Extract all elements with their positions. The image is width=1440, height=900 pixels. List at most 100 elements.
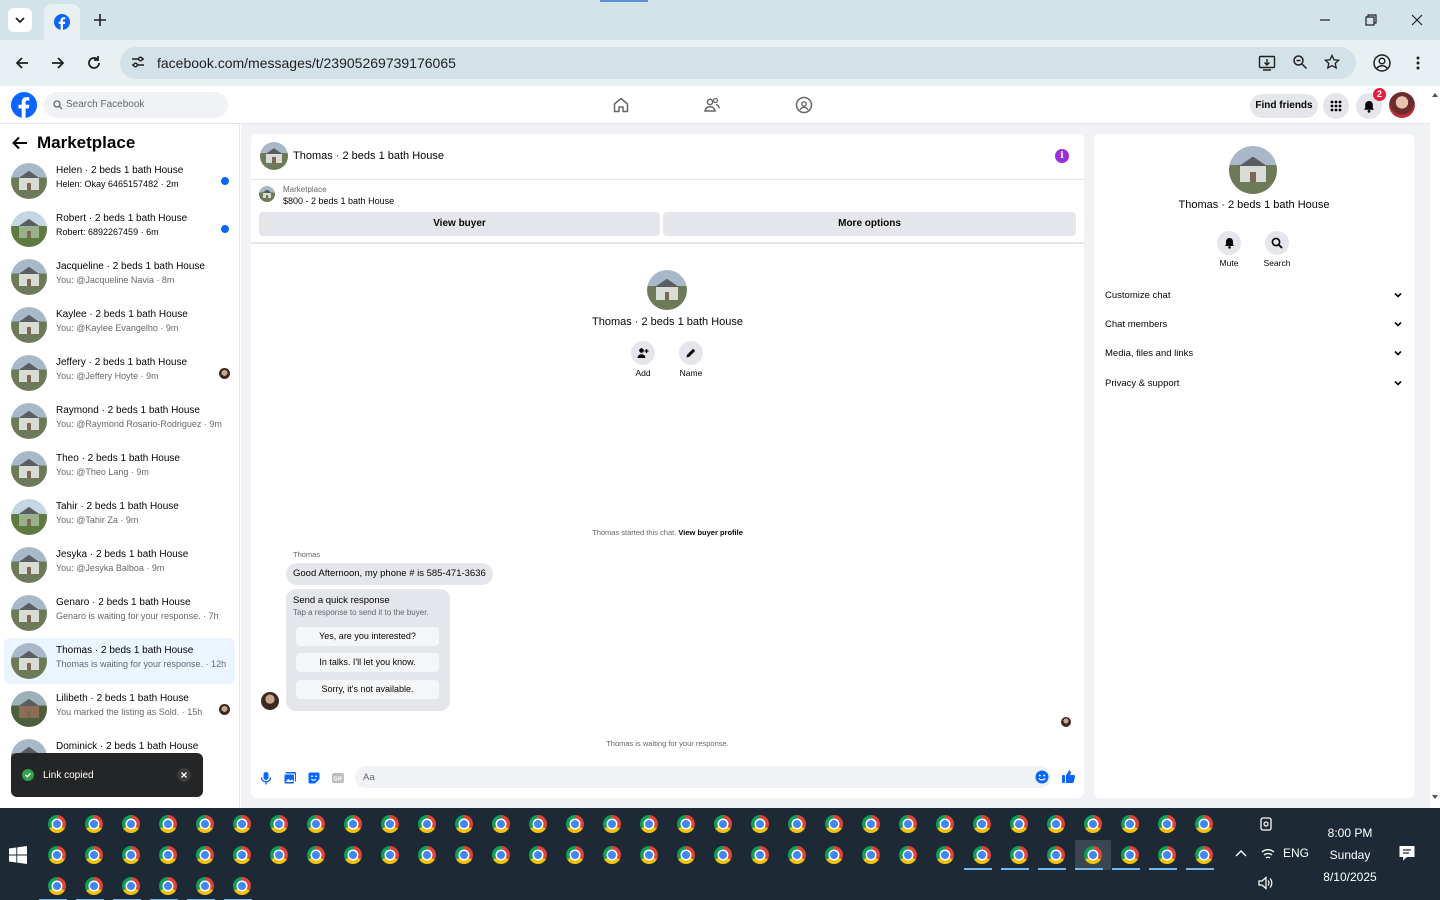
search-chat-button[interactable] — [1265, 231, 1289, 255]
chrome-taskbar-icon[interactable] — [85, 877, 103, 895]
emoji-icon[interactable] — [1035, 770, 1049, 784]
chrome-taskbar-icon[interactable] — [825, 815, 843, 833]
address-bar[interactable]: facebook.com/messages/t/2390526973917606… — [120, 47, 1356, 79]
conversation-item[interactable]: Raymond · 2 beds 1 bath House You: @Raymo… — [4, 398, 235, 444]
reload-button[interactable] — [80, 49, 108, 77]
quick-response-option[interactable]: Sorry, it's not available. — [296, 680, 439, 699]
chrome-taskbar-icon[interactable] — [159, 815, 177, 833]
chrome-taskbar-icon[interactable] — [1195, 815, 1213, 833]
thumbs-up-icon[interactable] — [1061, 769, 1076, 784]
chrome-taskbar-icon[interactable] — [825, 846, 843, 864]
chrome-taskbar-icon[interactable] — [603, 846, 621, 864]
chrome-taskbar-icon[interactable] — [233, 846, 251, 864]
info-icon[interactable]: i — [1055, 149, 1069, 163]
chrome-taskbar-icon[interactable] — [122, 877, 140, 895]
chrome-taskbar-icon[interactable] — [233, 815, 251, 833]
tab-search-button[interactable] — [8, 8, 32, 32]
chrome-taskbar-icon[interactable] — [566, 846, 584, 864]
windows-start-icon[interactable] — [9, 846, 27, 864]
chrome-taskbar-icon[interactable] — [48, 815, 66, 833]
chrome-taskbar-icon[interactable] — [492, 846, 510, 864]
section-media-files-links[interactable]: Media, files and links — [1094, 340, 1414, 366]
conversation-item[interactable]: Helen · 2 beds 1 bath House Helen: Okay 6… — [4, 158, 235, 204]
minimize-button[interactable] — [1310, 8, 1340, 32]
chrome-taskbar-icon[interactable] — [455, 815, 473, 833]
groups-nav-icon[interactable] — [795, 96, 813, 114]
chrome-taskbar-icon[interactable] — [899, 846, 917, 864]
microphone-icon[interactable] — [260, 771, 272, 785]
chrome-taskbar-icon[interactable] — [159, 846, 177, 864]
edit-name-button[interactable] — [679, 341, 703, 365]
chrome-taskbar-icon[interactable] — [936, 846, 954, 864]
chrome-taskbar-icon[interactable] — [1010, 846, 1028, 864]
gif-icon[interactable]: GIF — [331, 771, 345, 785]
bookmark-star-icon[interactable] — [1324, 54, 1340, 70]
facebook-search-input[interactable]: Search Facebook — [44, 92, 228, 118]
chrome-taskbar-icon[interactable] — [714, 846, 732, 864]
chat-title[interactable]: Thomas · 2 beds 1 bath House — [293, 150, 444, 162]
chrome-taskbar-icon[interactable] — [418, 815, 436, 833]
chrome-taskbar-icon[interactable] — [751, 815, 769, 833]
chrome-taskbar-icon[interactable] — [159, 877, 177, 895]
conversation-item[interactable]: Tahir · 2 beds 1 bath House You: @Tahir Z… — [4, 494, 235, 540]
chrome-taskbar-icon[interactable] — [122, 815, 140, 833]
install-app-icon[interactable] — [1258, 54, 1276, 72]
listing-thumbnail[interactable] — [259, 186, 275, 202]
chrome-taskbar-icon[interactable] — [381, 846, 399, 864]
volume-icon[interactable] — [1258, 876, 1274, 890]
chrome-taskbar-icon[interactable] — [196, 877, 214, 895]
chrome-taskbar-icon[interactable] — [973, 815, 991, 833]
chrome-taskbar-icon[interactable] — [788, 846, 806, 864]
chrome-taskbar-icon[interactable] — [936, 815, 954, 833]
page-scrollbar[interactable] — [1430, 86, 1440, 808]
taskbar-clock[interactable]: 8:00 PM Sunday 8/10/2025 — [1310, 822, 1390, 888]
chrome-taskbar-icon[interactable] — [1195, 846, 1213, 864]
chevron-up-icon[interactable] — [1234, 848, 1248, 858]
home-nav-icon[interactable] — [612, 96, 630, 114]
chrome-taskbar-icon[interactable] — [307, 846, 325, 864]
chrome-taskbar-icon[interactable] — [751, 846, 769, 864]
view-buyer-button[interactable]: View buyer — [259, 212, 660, 236]
chrome-taskbar-icon[interactable] — [1084, 815, 1102, 833]
sender-avatar[interactable] — [261, 692, 279, 710]
quick-response-option[interactable]: Yes, are you interested? — [296, 627, 439, 646]
chrome-taskbar-icon[interactable] — [85, 815, 103, 833]
conversation-item[interactable]: Robert · 2 beds 1 bath House Robert: 6892… — [4, 206, 235, 252]
photo-icon[interactable] — [283, 771, 297, 785]
section-customize-chat[interactable]: Customize chat — [1094, 282, 1414, 308]
url-text[interactable]: facebook.com/messages/t/2390526973917606… — [157, 55, 456, 71]
chrome-taskbar-icon[interactable] — [788, 815, 806, 833]
zoom-icon[interactable] — [1292, 54, 1308, 70]
profile-button[interactable] — [1368, 49, 1396, 77]
chrome-taskbar-icon[interactable] — [455, 846, 473, 864]
chrome-taskbar-icon[interactable] — [48, 877, 66, 895]
sticker-icon[interactable] — [307, 771, 321, 785]
tab-facebook[interactable] — [44, 4, 80, 40]
message-bubble[interactable]: Good Afternoon, my phone # is 585-471-36… — [286, 563, 493, 585]
find-friends-button[interactable]: Find friends — [1250, 94, 1318, 118]
chrome-taskbar-icon[interactable] — [529, 815, 547, 833]
site-info-icon[interactable] — [130, 54, 146, 70]
chrome-taskbar-icon[interactable] — [714, 815, 732, 833]
chrome-taskbar-icon[interactable] — [1121, 815, 1139, 833]
section-chat-members[interactable]: Chat members — [1094, 311, 1414, 337]
chrome-taskbar-icon[interactable] — [973, 846, 991, 864]
chrome-taskbar-icon[interactable] — [85, 846, 103, 864]
chrome-taskbar-icon[interactable] — [381, 815, 399, 833]
chrome-taskbar-icon[interactable] — [270, 815, 288, 833]
message-input[interactable]: Aa — [355, 766, 1051, 788]
chat-avatar[interactable] — [260, 142, 288, 170]
chrome-taskbar-icon[interactable] — [196, 815, 214, 833]
chrome-taskbar-icon[interactable] — [862, 846, 880, 864]
forward-button[interactable] — [44, 49, 72, 77]
view-buyer-profile-link[interactable]: View buyer profile — [678, 528, 742, 537]
chrome-taskbar-icon[interactable] — [1047, 815, 1065, 833]
chrome-taskbar-icon[interactable] — [1010, 815, 1028, 833]
chrome-taskbar-icon[interactable] — [677, 846, 695, 864]
account-avatar[interactable] — [1389, 92, 1415, 118]
conversation-item[interactable]: Theo · 2 beds 1 bath House You: @Theo Lan… — [4, 446, 235, 492]
conversation-item[interactable]: Kaylee · 2 beds 1 bath House You: @Kaylee… — [4, 302, 235, 348]
chrome-taskbar-icon[interactable] — [1121, 846, 1139, 864]
meet-now-icon[interactable] — [1258, 816, 1274, 832]
chrome-taskbar-icon[interactable] — [418, 846, 436, 864]
